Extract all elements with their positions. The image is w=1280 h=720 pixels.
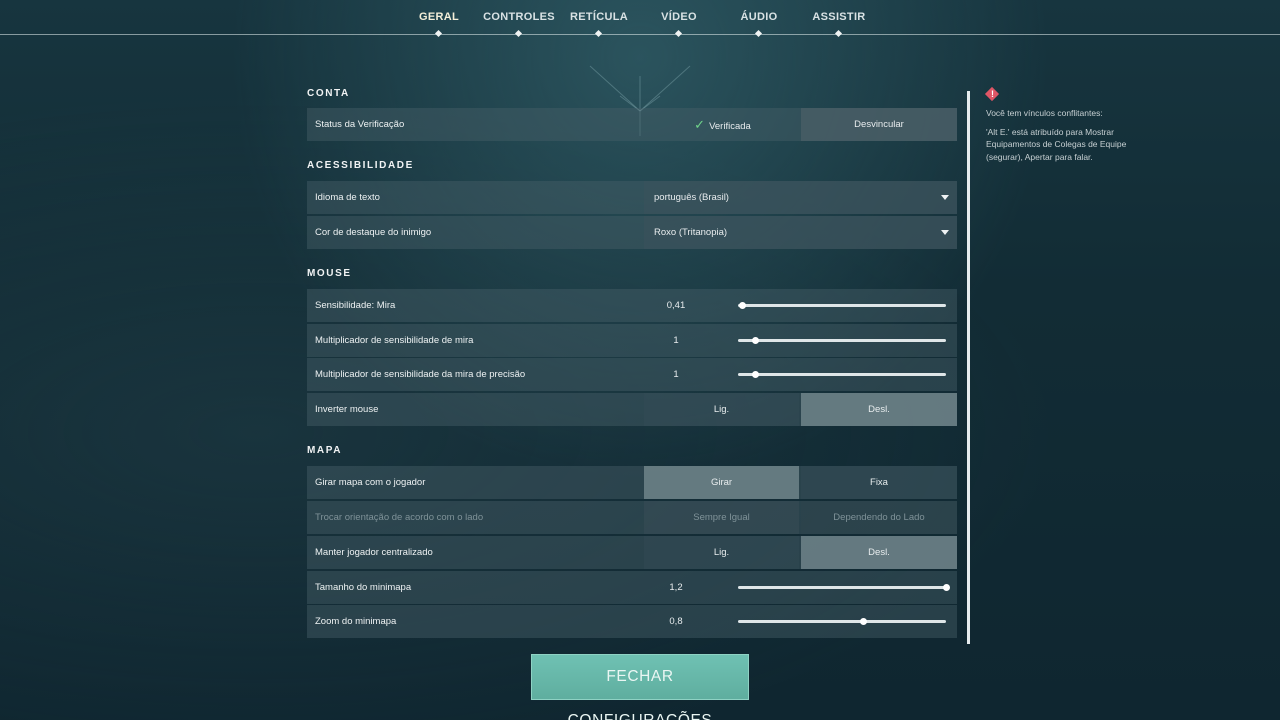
setting-label: Zoom do minimapa	[315, 616, 397, 628]
setting-row-orientation: Trocar orientação de acordo com o lado S…	[307, 500, 957, 534]
setting-row-precision-multiplier: Multiplicador de sensibilidade da mira d…	[307, 358, 957, 392]
orientation-depends-side-option: Dependendo do Lado	[801, 500, 957, 534]
slider-value[interactable]: 0,41	[644, 289, 708, 322]
tab-assistir[interactable]: ASSISTIR	[799, 11, 879, 38]
dropdown-value: português (Brasil)	[654, 192, 729, 203]
warning-title: Você tem vínculos conflitantes:	[986, 108, 1103, 118]
setting-row-invert-mouse: Inverter mouse Lig. Desl.	[307, 393, 957, 427]
unlink-button[interactable]: Desvincular	[801, 108, 957, 141]
section-title-mapa: MAPA	[307, 445, 343, 457]
setting-label: Idioma de texto	[315, 192, 380, 203]
enemy-color-dropdown[interactable]: Roxo (Tritanopia)	[644, 215, 957, 249]
invert-mouse-off-option[interactable]: Desl.	[801, 393, 957, 427]
scope-multiplier-slider[interactable]	[738, 336, 946, 344]
settings-panel: CONTA Status da Verificação ✓ Verificada …	[307, 80, 957, 646]
tab-reticula[interactable]: RETÍCULA	[559, 11, 639, 38]
setting-label: Tamanho do minimapa	[315, 581, 412, 593]
slider-value[interactable]: 1,2	[644, 571, 708, 604]
slider-value[interactable]: 0,8	[644, 605, 708, 638]
setting-label: Sensibilidade: Mira	[315, 299, 396, 311]
slider-handle[interactable]	[859, 618, 867, 626]
slider-value[interactable]: 1	[644, 358, 708, 391]
section-title-conta: CONTA	[307, 88, 350, 99]
setting-row-sensitivity: Sensibilidade: Mira 0,41	[307, 288, 957, 322]
verification-status: ✓ Verificada	[644, 108, 801, 141]
setting-row-rotate-map: Girar mapa com o jogador Girar Fixa	[307, 466, 957, 500]
setting-row-keep-centered: Manter jogador centralizado Lig. Desl.	[307, 535, 957, 569]
keep-centered-on-option[interactable]: Lig.	[644, 535, 799, 569]
setting-row-text-language: Idioma de texto português (Brasil)	[307, 181, 957, 214]
setting-label: Inverter mouse	[315, 404, 379, 416]
warning-detail: 'Alt E.' está atribuído para Mostrar Equ…	[986, 126, 1127, 162]
tab-video[interactable]: VÍDEO	[639, 11, 719, 38]
settings-scrollbar[interactable]	[967, 91, 970, 644]
setting-row-enemy-color: Cor de destaque do inimigo Roxo (Tritano…	[307, 215, 957, 249]
check-icon: ✓	[694, 117, 706, 132]
verification-status-text: Verificada	[709, 121, 751, 132]
setting-row-minimap-zoom: Zoom do minimapa 0,8	[307, 605, 957, 639]
tab-geral[interactable]: GERAL	[399, 11, 479, 38]
setting-label: Trocar orientação de acordo com o lado	[315, 511, 484, 523]
tab-bar-divider	[0, 34, 1280, 35]
setting-label: Cor de destaque do inimigo	[315, 226, 432, 238]
setting-label: Status da Verificação	[315, 119, 405, 130]
tab-label: ÁUDIO	[740, 11, 778, 23]
chevron-down-icon	[941, 229, 949, 235]
slider-handle[interactable]	[943, 583, 950, 591]
chevron-down-icon	[941, 195, 949, 200]
setting-label: Manter jogador centralizado	[315, 546, 433, 558]
keep-centered-off-option[interactable]: Desl.	[801, 535, 957, 569]
slider-handle[interactable]	[751, 371, 759, 379]
rotate-map-fixed-option[interactable]: Fixa	[801, 466, 957, 500]
invert-mouse-on-option[interactable]: Lig.	[644, 393, 799, 427]
warning-icon: !	[984, 86, 1000, 102]
minimap-zoom-slider[interactable]	[738, 618, 946, 626]
setting-row-minimap-size: Tamanho do minimapa 1,2	[307, 570, 957, 604]
setting-label: Multiplicador de sensibilidade de mira	[315, 334, 474, 346]
setting-row-verification: Status da Verificação ✓ Verificada Desvin…	[307, 108, 957, 141]
sensitivity-slider[interactable]	[738, 301, 946, 309]
slider-handle[interactable]	[751, 336, 759, 344]
section-title-mouse: MOUSE	[307, 267, 352, 279]
tab-label: RETÍCULA	[569, 11, 628, 23]
keybind-conflict-warning: ! Você tem vínculos conflitantes: 'Alt E…	[984, 86, 1156, 163]
scrollbar-thumb[interactable]	[967, 91, 970, 644]
precision-multiplier-slider[interactable]	[738, 371, 946, 379]
orientation-always-same-option: Sempre Igual	[644, 500, 799, 534]
tab-controles[interactable]: CONTROLES	[479, 11, 559, 38]
tab-label: GERAL	[419, 11, 459, 23]
minimap-size-slider[interactable]	[738, 583, 950, 591]
settings-tab-bar: GERAL CONTROLES RETÍCULA VÍDEO ÁUDIO ASS…	[0, 0, 1280, 38]
slider-handle[interactable]	[739, 301, 747, 309]
tab-label: ASSISTIR	[812, 11, 866, 23]
setting-label: Girar mapa com o jogador	[315, 477, 426, 489]
slider-value[interactable]: 1	[644, 324, 708, 357]
text-language-dropdown[interactable]: português (Brasil)	[644, 181, 957, 214]
section-title-acessibilidade: ACESSIBILIDADE	[307, 160, 414, 171]
close-settings-button[interactable]: FECHAR CONFIGURAÇÕES	[531, 654, 749, 720]
tab-label: VÍDEO	[661, 11, 697, 23]
tab-label: CONTROLES	[483, 11, 555, 23]
dropdown-value: Roxo (Tritanopia)	[654, 226, 728, 238]
tab-audio[interactable]: ÁUDIO	[719, 11, 799, 38]
rotate-map-rotate-option[interactable]: Girar	[644, 466, 799, 500]
setting-label: Multiplicador de sensibilidade da mira d…	[315, 369, 526, 381]
setting-row-scope-multiplier: Multiplicador de sensibilidade de mira 1	[307, 323, 957, 357]
